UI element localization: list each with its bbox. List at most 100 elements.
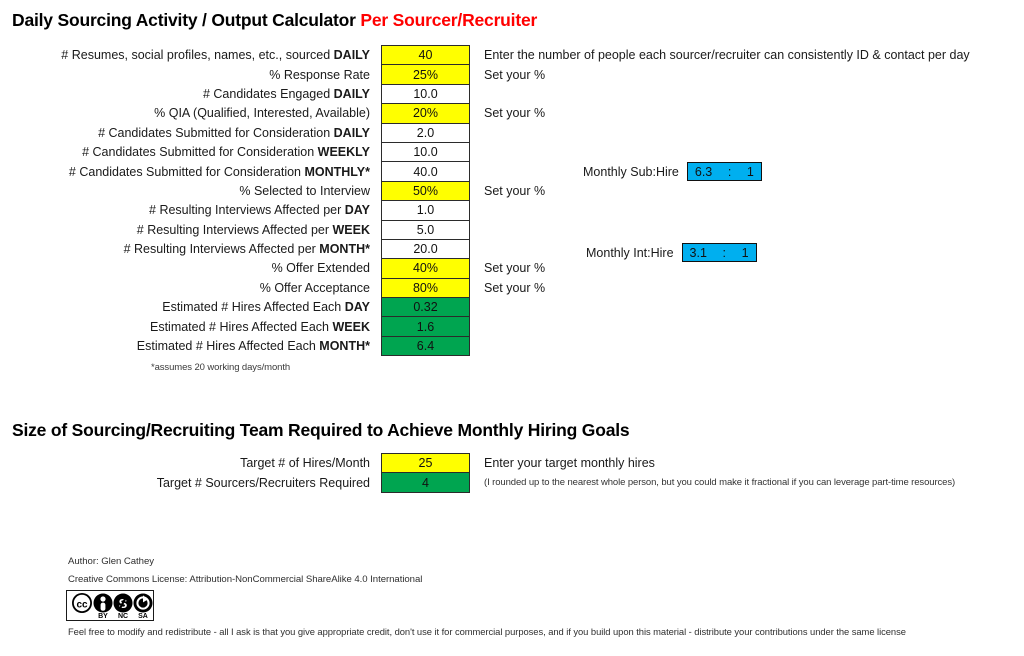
calculator-note (470, 123, 970, 142)
monthly-sub-hire-ratio: Monthly Sub:Hire 6.3 : 1 (583, 162, 762, 181)
calculator-row: # Candidates Submitted for Consideration… (0, 122, 970, 143)
svg-text:cc: cc (76, 600, 88, 611)
calculator-row: # Resumes, social profiles, names, etc.,… (0, 44, 970, 66)
cc-by-label: BY (98, 613, 108, 619)
calculator-label: # Candidates Submitted for Consideration… (98, 125, 370, 140)
calculator-label-emphasis: DAY (344, 203, 370, 218)
monthly-sub-hire-separator: : (727, 164, 732, 179)
calculator-row: % Offer Acceptance 80% Set your % (0, 277, 970, 299)
calculator-value-cell[interactable]: 40 (381, 44, 470, 66)
calculator-row: % Offer Extended 40% Set your % (0, 258, 970, 279)
calculator-row: % Selected to Interview 50% Set your % (0, 180, 970, 202)
team-label: Target # of Hires/Month (240, 456, 370, 471)
calculator-value-cell: 0.32 (381, 297, 470, 318)
calculator-row: Estimated # Hires Affected Each MONTH* 6.… (0, 335, 970, 357)
calculator-note (470, 298, 970, 317)
calculator-label-emphasis: MONTHLY* (304, 164, 370, 179)
team-value-cell[interactable]: 25 (381, 452, 470, 474)
calculator-value-cell: 10.0 (381, 141, 470, 163)
calculator-row: % QIA (Qualified, Interested, Available)… (0, 103, 970, 124)
working-days-footnote: *assumes 20 working days/month (151, 362, 291, 373)
calculator-row: Estimated # Hires Affected Each DAY 0.32 (0, 297, 970, 318)
calculator-row: # Candidates Engaged DAILY 10.0 (0, 83, 970, 105)
calculator-label-emphasis: MONTH* (319, 339, 370, 354)
calculator-label: % QIA (Qualified, Interested, Available) (154, 106, 370, 121)
calculator-note (470, 220, 970, 239)
page-title: Daily Sourcing Activity / Output Calcula… (12, 10, 537, 31)
calculator-label-emphasis: WEEK (332, 222, 371, 237)
team-note: Enter your target monthly hires (484, 456, 655, 471)
calculator-label: # Resumes, social profiles, names, etc.,… (61, 48, 370, 63)
calculator-note (470, 317, 970, 336)
creative-commons-badge-icon: cc S BY NC SA (66, 590, 154, 621)
calculator-label: # Candidates Engaged DAILY (202, 86, 370, 101)
monthly-int-hire-ratio: Monthly Int:Hire 3.1 : 1 (586, 243, 757, 262)
calculator-label: % Response Rate (269, 67, 370, 82)
team-row: Target # of Hires/Month 25 Enter your targ… (0, 452, 955, 474)
team-size-title: Size of Sourcing/Recruiting Team Require… (12, 420, 630, 440)
team-size-table: Target # of Hires/Month 25 Enter your targ… (0, 452, 956, 493)
calculator-label: % Offer Extended (271, 261, 370, 276)
calculator-label: # Candidates Submitted for Consideration… (68, 164, 370, 179)
calculator-label: Estimated # Hires Affected Each WEEK (149, 319, 371, 334)
calculator-row: # Candidates Submitted for Consideration… (0, 161, 970, 182)
calculator-note (470, 84, 970, 103)
calculator-value-cell: 10.0 (381, 83, 470, 105)
calculator-label: # Resulting Interviews Affected per WEEK (136, 222, 371, 237)
calculator-label-emphasis: DAY (344, 300, 370, 315)
calculator-row: Estimated # Hires Affected Each WEEK 1.6 (0, 316, 970, 337)
author-line: Author: Glen Cathey (68, 556, 154, 567)
license-terms-line: Feel free to modify and redistribute - a… (68, 626, 906, 637)
calculator-note: Set your % (484, 280, 546, 295)
license-line: Creative Commons License: Attribution-No… (68, 574, 423, 585)
calculator-value-cell[interactable]: 80% (381, 277, 470, 299)
page-title-black: Daily Sourcing Activity / Output Calcula… (12, 10, 361, 30)
calculator-label: # Resulting Interviews Affected per DAY (149, 203, 370, 218)
cc-sa-label: SA (138, 613, 148, 619)
calculator-rows: # Resumes, social profiles, names, etc.,… (0, 44, 970, 357)
calculator-row: % Response Rate 25% Set your % (0, 64, 970, 85)
calculator-label-emphasis: WEEKLY (317, 145, 370, 160)
calculator-label: # Resulting Interviews Affected per MONT… (123, 242, 370, 257)
calculator-value-cell[interactable]: 40% (381, 258, 470, 279)
calculator-value-cell[interactable]: 50% (381, 180, 470, 202)
monthly-sub-hire-label: Monthly Sub:Hire (583, 164, 679, 179)
calculator-label: # Candidates Submitted for Consideration… (82, 145, 370, 160)
calculator-note (470, 142, 970, 161)
calculator-note (470, 336, 970, 355)
monthly-int-hire-numerator: 3.1 (689, 245, 707, 260)
team-label: Target # Sourcers/Recruiters Required (156, 475, 370, 490)
monthly-sub-hire-denominator: 1 (746, 164, 754, 179)
calculator-value-cell[interactable]: 20% (381, 103, 470, 124)
cc-nc-label: NC (118, 613, 128, 619)
calculator-value-cell: 1.6 (381, 316, 470, 337)
calculator-note: Enter the number of people each sourcer/… (484, 48, 970, 63)
monthly-sub-hire-numerator: 6.3 (694, 164, 713, 179)
calculator-label-emphasis: DAILY (333, 48, 370, 63)
calculator-row: # Resulting Interviews Affected per DAY 1… (0, 200, 970, 221)
team-note: (I rounded up to the nearest whole perso… (484, 477, 956, 489)
monthly-int-hire-denominator: 1 (741, 245, 749, 260)
calculator-note: Set your % (484, 106, 546, 121)
team-value-cell: 4 (381, 472, 470, 493)
sourcing-calculator-table: # Resumes, social profiles, names, etc.,… (0, 44, 970, 357)
calculator-label-emphasis: DAILY (333, 125, 370, 140)
monthly-int-hire-label: Monthly Int:Hire (586, 245, 674, 260)
calculator-label: Estimated # Hires Affected Each MONTH* (136, 339, 370, 354)
calculator-label: % Selected to Interview (239, 183, 370, 198)
calculator-value-cell: 40.0 (381, 161, 470, 182)
monthly-int-hire-separator: : (722, 245, 726, 260)
calculator-row: # Resulting Interviews Affected per WEEK… (0, 219, 970, 240)
calculator-label-emphasis: WEEK (332, 319, 371, 334)
monthly-int-hire-value-box: 3.1 : 1 (681, 243, 757, 262)
calculator-value-cell: 5.0 (381, 219, 470, 240)
calculator-value-cell: 1.0 (381, 200, 470, 221)
calculator-label: Estimated # Hires Affected Each DAY (162, 300, 370, 315)
calculator-label: % Offer Acceptance (259, 280, 370, 295)
cc-by-nc-sa-icon: cc S BY NC SA (72, 593, 153, 619)
page-title-accent: Per Sourcer/Recruiter (360, 10, 538, 30)
calculator-row: # Resulting Interviews Affected per MONT… (0, 238, 970, 260)
calculator-label-emphasis: MONTH* (319, 242, 370, 257)
calculator-value-cell[interactable]: 25% (381, 64, 470, 85)
team-rows: Target # of Hires/Month 25 Enter your targ… (0, 452, 956, 493)
